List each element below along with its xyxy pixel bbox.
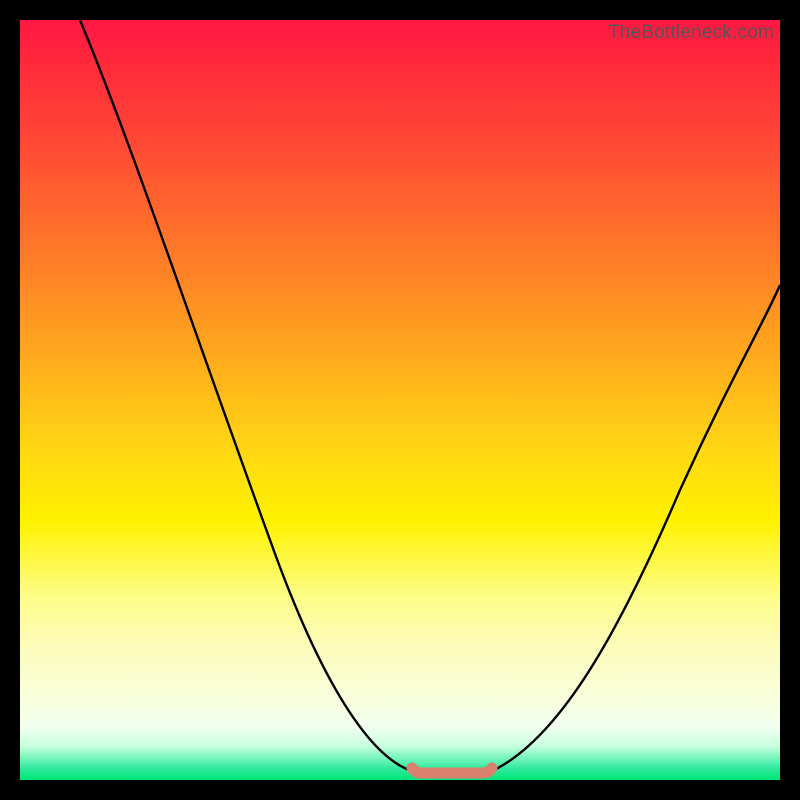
curve-left-branch [80,20,415,772]
chart-frame: TheBottleneck.com [0,0,800,800]
curve-right-branch [490,285,780,772]
plot-area: TheBottleneck.com [20,20,780,780]
curve-svg [20,20,780,780]
curve-flat-segment [412,768,492,773]
